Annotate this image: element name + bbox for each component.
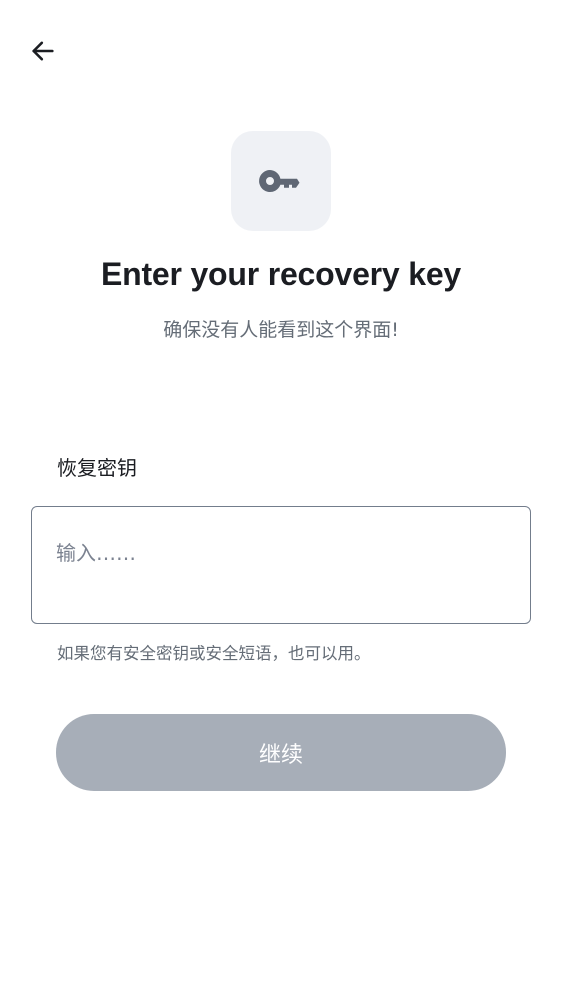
recovery-key-input[interactable] <box>32 507 530 623</box>
arrow-left-icon <box>32 41 54 61</box>
recovery-key-field[interactable] <box>31 506 531 624</box>
page-subtitle: 确保没有人能看到这个界面! <box>163 319 399 341</box>
back-button[interactable] <box>22 30 64 72</box>
page-title: Enter your recovery key <box>100 256 462 292</box>
key-icon-tile <box>231 131 331 231</box>
key-icon <box>259 170 300 192</box>
continue-button[interactable]: 继续 <box>56 714 506 791</box>
recovery-key-label: 恢复密钥 <box>57 456 137 480</box>
recovery-key-hint: 如果您有安全密钥或安全短语，也可以用。 <box>57 644 371 663</box>
